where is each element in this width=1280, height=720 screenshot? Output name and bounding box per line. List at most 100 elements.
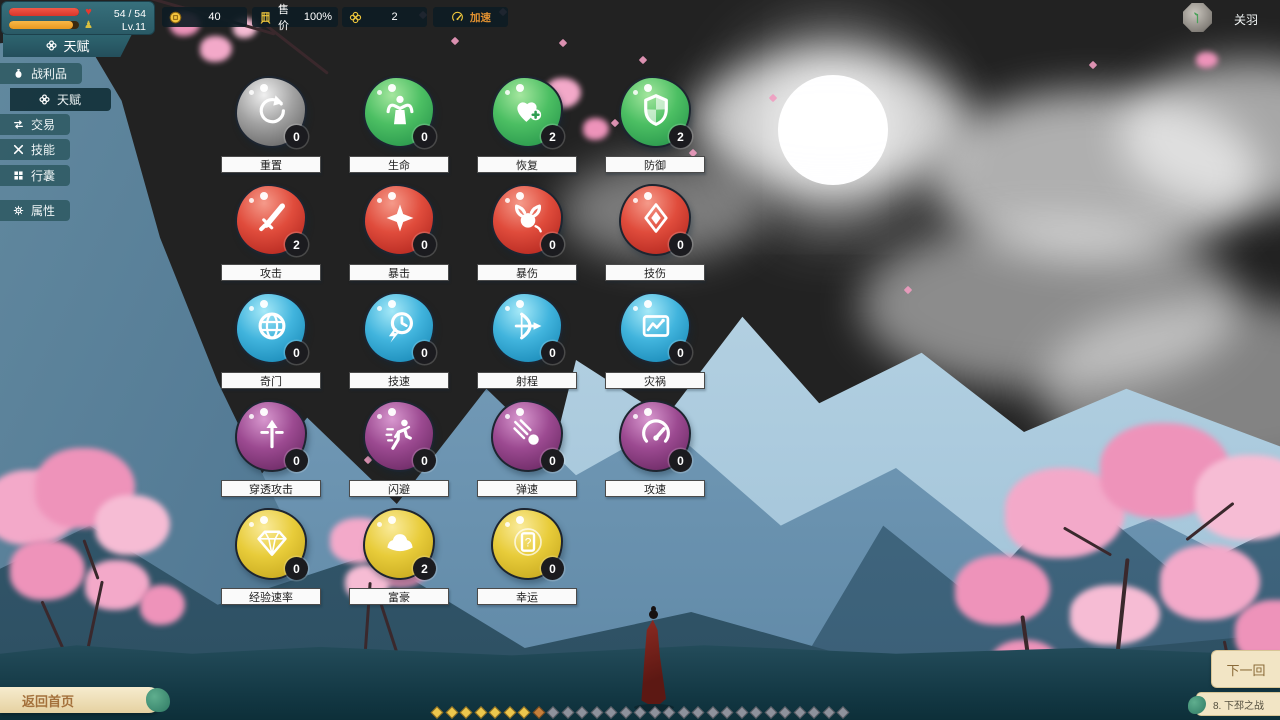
talent-orb-gem[interactable]: 0 (235, 508, 307, 580)
sidebar-item-label: 天赋 (57, 91, 81, 108)
next-round-button[interactable]: 下一回 (1211, 650, 1280, 688)
talent-orb-bull[interactable]: 0 (491, 184, 563, 256)
sidebar-item-5[interactable]: 行囊 (0, 165, 70, 186)
player-character (636, 610, 672, 710)
talent-orb-clock-bolt[interactable]: 0 (363, 292, 435, 364)
sidebar-item-3[interactable]: 交易 (0, 114, 70, 135)
talent-count-badge: 2 (669, 125, 692, 148)
talent-orb-chart[interactable]: 0 (619, 292, 691, 364)
progress-diamond (779, 706, 792, 719)
reset-icon (253, 91, 291, 129)
talent-orb-sword[interactable]: 2 (235, 184, 307, 256)
talent-cell: 0 灾祸 (605, 292, 705, 392)
chart-icon (637, 307, 675, 345)
talent-orb-heart-plus[interactable]: 2 (491, 76, 563, 148)
shield-icon (637, 91, 675, 129)
talent-count-badge: 0 (285, 449, 308, 472)
talent-count-badge: 0 (541, 233, 564, 256)
talent-label: 重置 (221, 156, 321, 173)
talent-orb-flame-diamond[interactable]: 0 (619, 184, 691, 256)
talent-count-badge: 2 (541, 125, 564, 148)
talent-count-badge: 0 (413, 125, 436, 148)
petal (559, 39, 567, 47)
sidebar-item-label: 交易 (31, 116, 55, 133)
talent-orb-runner[interactable]: 0 (363, 400, 435, 472)
progress-diamond (503, 706, 516, 719)
sidebar-item-2[interactable]: 天赋 (10, 88, 111, 111)
game-screen: ♥ 54 / 54 ♟ Lv.11 40 售价 100% 2 加速 关羽 天赋 … (0, 0, 1280, 720)
talent-cell: 0弹速 (477, 400, 577, 500)
muscle-icon (381, 91, 419, 129)
gem-counter: 2 (342, 7, 427, 27)
talent-orb-pierce-arrow[interactable]: 0 (235, 400, 307, 472)
talent-label: 灾祸 (605, 372, 705, 389)
progress-diamond (764, 706, 777, 719)
gem-icon (253, 523, 291, 561)
talent-count-badge: 0 (285, 557, 308, 580)
runner-icon (381, 415, 419, 453)
talent-label: 奇门 (221, 372, 321, 389)
hero-avatar[interactable] (1183, 3, 1212, 32)
progress-diamond (692, 706, 705, 719)
progress-diamond (808, 706, 821, 719)
talent-orb-reset[interactable]: 0 (235, 76, 307, 148)
talent-orb-burst[interactable]: 0 (363, 184, 435, 256)
gauge-icon (637, 415, 675, 453)
talent-count-badge: 0 (413, 449, 436, 472)
coin-counter: 40 (162, 7, 247, 27)
tab-talents[interactable]: 天赋 (3, 34, 132, 57)
sidebar-item-label: 技能 (31, 141, 55, 158)
talent-cell: 0 闪避 (349, 400, 449, 500)
talent-orb-globe[interactable]: 0 (235, 292, 307, 364)
talent-orb-ingot[interactable]: 2 (363, 508, 435, 580)
talent-label: 闪避 (349, 480, 449, 497)
progress-diamond (750, 706, 763, 719)
back-home-label: 返回首页 (22, 691, 74, 710)
talent-count-badge: 0 (413, 233, 436, 256)
lucky-card-icon: ? (509, 523, 547, 561)
talent-cell: 0生命 (349, 76, 449, 176)
gem-knot-icon (348, 10, 363, 25)
talent-label: 技速 (349, 372, 449, 389)
progress-diamond (721, 706, 734, 719)
talent-cell: 0技伤 (605, 184, 705, 284)
talent-cell: ?0 幸运 (477, 508, 577, 608)
talent-label: 恢复 (477, 156, 577, 173)
level-value: Lv.11 (86, 21, 146, 33)
petal (451, 37, 459, 45)
back-home-button[interactable]: 返回首页 (0, 687, 162, 713)
flame-diamond-icon (637, 199, 675, 237)
talent-count-badge: 0 (541, 449, 564, 472)
blossom-cluster (1195, 455, 1280, 540)
talent-orb-shield[interactable]: 2 (619, 76, 691, 148)
blossom-cluster (200, 36, 232, 62)
talent-cell: 2 恢复 (477, 76, 577, 176)
sidebar-item-label: 属性 (31, 202, 55, 219)
progress-diamond (605, 706, 618, 719)
talent-orb-comet[interactable]: 0 (491, 400, 563, 472)
bull-icon (509, 199, 547, 237)
player-status-panel: ♥ 54 / 54 ♟ Lv.11 (1, 1, 155, 35)
talent-orb-bow-arrow[interactable]: 0 (491, 292, 563, 364)
talent-orb-gauge[interactable]: 0 (619, 400, 691, 472)
talent-label: 经验速率 (221, 588, 321, 605)
talent-label: 射程 (477, 372, 577, 389)
talent-cell: 0 经验速率 (221, 508, 321, 608)
talent-count-badge: 0 (669, 449, 692, 472)
clock-bolt-icon (381, 307, 419, 345)
progress-diamond (634, 706, 647, 719)
speed-toggle-button[interactable]: 加速 (433, 7, 508, 27)
talent-count-badge: 0 (541, 341, 564, 364)
talent-label: 幸运 (477, 588, 577, 605)
sidebar-item-4[interactable]: 技能 (0, 139, 70, 160)
xp-bar (9, 21, 79, 29)
talent-orb-lucky-card[interactable]: ?0 (491, 508, 563, 580)
speed-gauge-icon (450, 10, 465, 25)
progress-diamond (590, 706, 603, 719)
progress-diamond (460, 706, 473, 719)
sidebar-item-6[interactable]: 属性 (0, 200, 70, 221)
sidebar-item-1[interactable]: 战利品 (0, 63, 82, 84)
talent-orb-muscle[interactable]: 0 (363, 76, 435, 148)
progress-diamond (706, 706, 719, 719)
comet-icon (509, 415, 547, 453)
